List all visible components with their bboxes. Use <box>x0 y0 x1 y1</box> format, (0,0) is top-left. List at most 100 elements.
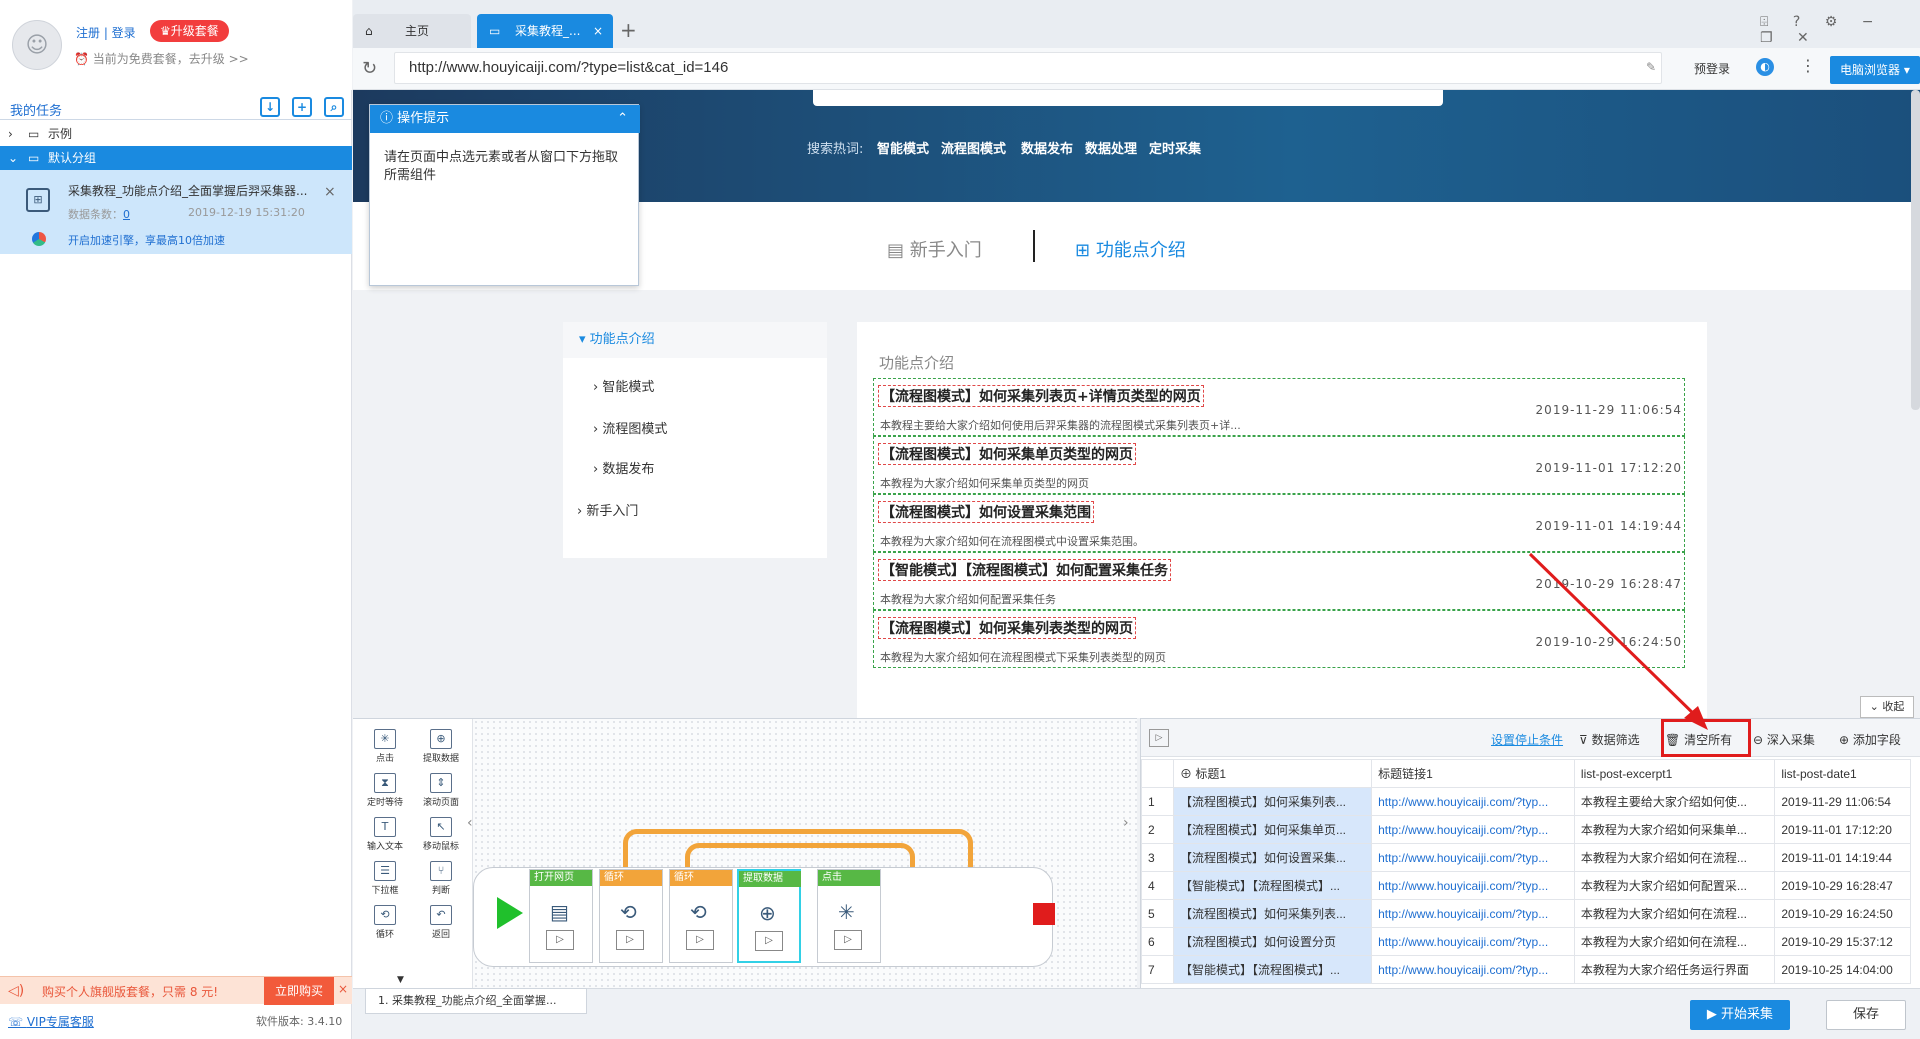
flow-tab[interactable]: 1. 采集教程_功能点介绍_全面掌握... <box>365 988 587 1014</box>
palette-wait[interactable]: ⧗ 定时等待 <box>357 773 413 808</box>
cell-title[interactable]: 【流程图模式】如何采集列表... <box>1172 787 1373 816</box>
cell-excerpt[interactable]: 本教程为大家介绍如何配置采... <box>1573 871 1776 900</box>
cell-date[interactable]: 2019-11-29 11:06:54 <box>1774 787 1911 816</box>
cell-link[interactable]: http://www.houyicaiji.com/?typ... <box>1371 927 1575 956</box>
refresh-icon[interactable]: ↻ <box>362 58 377 79</box>
cell-title[interactable]: 【智能模式】【流程图模式】... <box>1172 955 1373 984</box>
palette-input[interactable]: T 输入文本 <box>357 817 413 852</box>
nav-beginner[interactable]: ▤ 新手入门 <box>887 236 982 262</box>
stop-condition-link[interactable]: 设置停止条件 <box>1491 731 1563 748</box>
close-icon[interactable]: × <box>593 14 603 48</box>
palette-click[interactable]: ✳ 点击 <box>357 729 413 764</box>
hot-word[interactable]: 数据发布 <box>1021 138 1073 157</box>
article-item[interactable]: 【智能模式】【流程图模式】如何配置采集任务 2019-10-29 16:28:4… <box>873 552 1685 610</box>
cell-title[interactable]: 【流程图模式】如何设置分页 <box>1172 927 1373 956</box>
task-item[interactable]: ⊞ 采集教程_功能点介绍_全面掌握后羿采集器... 数据条数：0 2019-12… <box>0 170 352 254</box>
cell-date[interactable]: 2019-10-29 15:37:12 <box>1774 927 1911 956</box>
table-row[interactable]: 4 【智能模式】【流程图模式】... http://www.houyicaiji.c… <box>1141 871 1911 900</box>
browser-mode-dropdown[interactable]: 电脑浏览器 ▾ <box>1830 56 1920 84</box>
cell-excerpt[interactable]: 本教程为大家介绍如何采集单... <box>1573 815 1776 844</box>
start-node[interactable] <box>497 897 523 929</box>
more-icon[interactable]: ⋮ <box>1800 56 1816 75</box>
col-excerpt[interactable]: list-post-excerpt1 <box>1573 759 1776 788</box>
plan-status[interactable]: ⏰ 当前为免费套餐，去升级 >> <box>74 50 249 67</box>
cell-date[interactable]: 2019-10-25 14:04:00 <box>1774 955 1911 984</box>
cell-link[interactable]: http://www.houyicaiji.com/?typ... <box>1371 871 1575 900</box>
cell-link[interactable]: http://www.houyicaiji.com/?typ... <box>1371 843 1575 872</box>
close-icon[interactable]: × <box>338 982 348 996</box>
cell-excerpt[interactable]: 本教程为大家介绍如何在流程... <box>1573 927 1776 956</box>
url-input[interactable]: http://www.houyicaiji.com/?type=list&cat… <box>394 52 1662 84</box>
data-filter-button[interactable]: ⊽ 数据筛选 <box>1579 731 1640 748</box>
cell-link[interactable]: http://www.houyicaiji.com/?typ... <box>1371 787 1575 816</box>
edit-icon[interactable]: ✎ <box>1646 60 1656 74</box>
col-title[interactable]: ⊕ 标题1 <box>1172 759 1373 788</box>
cell-date[interactable]: 2019-11-01 14:19:44 <box>1774 843 1911 872</box>
avatar[interactable]: ☺ <box>12 20 62 70</box>
tab-home[interactable]: ⌂ 主页 <box>353 14 471 48</box>
collapse-button[interactable]: ⌄ 收起 <box>1860 696 1914 718</box>
window-controls[interactable]: ⌹ ? ⚙ − ❐ ✕ <box>1760 14 1920 46</box>
play-icon[interactable]: ▷ <box>546 930 574 950</box>
register-login-link[interactable]: 注册 | 登录 <box>76 24 136 41</box>
article-title[interactable]: 【智能模式】【流程图模式】如何配置采集任务 <box>878 559 1171 581</box>
article-title[interactable]: 【流程图模式】如何采集单页类型的网页 <box>878 443 1136 465</box>
cell-title[interactable]: 【智能模式】【流程图模式】... <box>1172 871 1373 900</box>
stop-node[interactable] <box>1033 903 1055 925</box>
chevron-up-icon[interactable]: ⌃ <box>617 105 628 133</box>
article-item[interactable]: 【流程图模式】如何设置采集范围 2019-11-01 14:19:44 本教程为… <box>873 494 1685 552</box>
palette-loop[interactable]: ⟲ 循环 <box>357 905 413 940</box>
flow-node-click[interactable]: 点击 ✳ ▷ <box>817 869 881 963</box>
nav-features[interactable]: ⊞ 功能点介绍 <box>1075 236 1186 262</box>
chevron-left-icon[interactable]: ‹ <box>467 815 473 831</box>
add-field-button[interactable]: ⊕ 添加字段 <box>1839 731 1901 748</box>
site-search-input[interactable] <box>813 90 1443 106</box>
cell-date[interactable]: 2019-10-29 16:24:50 <box>1774 899 1911 928</box>
vip-support-link[interactable]: ☏ VIP专属客服 <box>8 1013 94 1030</box>
task-count-value[interactable]: 0 <box>123 208 130 221</box>
cell-date[interactable]: 2019-11-01 17:12:20 <box>1774 815 1911 844</box>
cell-link[interactable]: http://www.houyicaiji.com/?typ... <box>1371 815 1575 844</box>
flow-node-loop[interactable]: 循环 ⟲ ▷ <box>599 869 663 963</box>
play-icon[interactable]: ▷ <box>755 931 783 951</box>
boost-link[interactable]: 开启加速引擎，享最高10倍加速 <box>68 232 225 248</box>
tab-active[interactable]: ▭ 采集教程_... × <box>477 14 613 48</box>
palette-back[interactable]: ↶ 返回 <box>413 905 469 940</box>
cell-link[interactable]: http://www.houyicaiji.com/?typ... <box>1371 899 1575 928</box>
table-row[interactable]: 1 【流程图模式】如何采集列表... http://www.houyicaiji.c… <box>1141 787 1911 816</box>
article-title[interactable]: 【流程图模式】如何采集列表类型的网页 <box>878 617 1136 639</box>
hot-word[interactable]: 流程图模式 <box>941 138 1006 157</box>
cell-excerpt[interactable]: 本教程为大家介绍如何在流程... <box>1573 899 1776 928</box>
menu-item[interactable]: › 新手入门 <box>577 500 638 519</box>
hot-word[interactable]: 数据处理 <box>1085 138 1137 157</box>
flow-canvas[interactable]: ‹ › 打开网页 ▤ ▷ 循环 ⟲ ▷ 循环 ⟲ ▷ 提取数据 ⊕ ▷ 点击 ✳ ▷ <box>467 719 1137 989</box>
cell-excerpt[interactable]: 本教程主要给大家介绍如何使... <box>1573 787 1776 816</box>
cell-link[interactable]: http://www.houyicaiji.com/?typ... <box>1371 955 1575 984</box>
menu-item[interactable]: › 智能模式 <box>593 376 654 395</box>
col-link[interactable]: 标题链接1 <box>1371 759 1575 788</box>
new-tab-button[interactable]: + <box>620 18 637 42</box>
cell-excerpt[interactable]: 本教程为大家介绍任务运行界面 <box>1573 955 1776 984</box>
play-icon[interactable]: ▷ <box>616 930 644 950</box>
hot-word[interactable]: 定时采集 <box>1149 138 1201 157</box>
menu-item[interactable]: › 流程图模式 <box>593 418 667 437</box>
extension-icon[interactable]: ◐ <box>1756 58 1774 76</box>
start-collect-button[interactable]: ▶ 开始采集 <box>1690 1000 1790 1030</box>
palette-extract[interactable]: ⊕ 提取数据 <box>413 729 469 764</box>
new-task-icon[interactable]: + <box>292 97 312 117</box>
buy-now-button[interactable]: 立即购买 <box>264 977 334 1005</box>
table-row[interactable]: 3 【流程图模式】如何设置采集... http://www.houyicaiji.c… <box>1141 843 1911 872</box>
flow-node-open[interactable]: 打开网页 ▤ ▷ <box>529 869 593 963</box>
article-title[interactable]: 【流程图模式】如何采集列表页+详情页类型的网页 <box>878 385 1204 407</box>
table-row[interactable]: 6 【流程图模式】如何设置分页 http://www.houyicaiji.com/… <box>1141 927 1911 956</box>
article-item[interactable]: 【流程图模式】如何采集单页类型的网页 2019-11-01 17:12:20 本… <box>873 436 1685 494</box>
flow-node-extract[interactable]: 提取数据 ⊕ ▷ <box>737 869 801 963</box>
save-button[interactable]: 保存 <box>1826 1000 1906 1030</box>
hot-word[interactable]: 智能模式 <box>877 138 929 157</box>
cell-title[interactable]: 【流程图模式】如何设置采集... <box>1172 843 1373 872</box>
import-icon[interactable]: ↓ <box>260 97 280 117</box>
play-icon[interactable]: ▷ <box>1149 729 1169 747</box>
cell-title[interactable]: 【流程图模式】如何采集单页... <box>1172 815 1373 844</box>
palette-mouse[interactable]: ↖ 移动鼠标 <box>413 817 469 852</box>
deep-collect-button[interactable]: ⊖ 深入采集 <box>1753 731 1815 748</box>
